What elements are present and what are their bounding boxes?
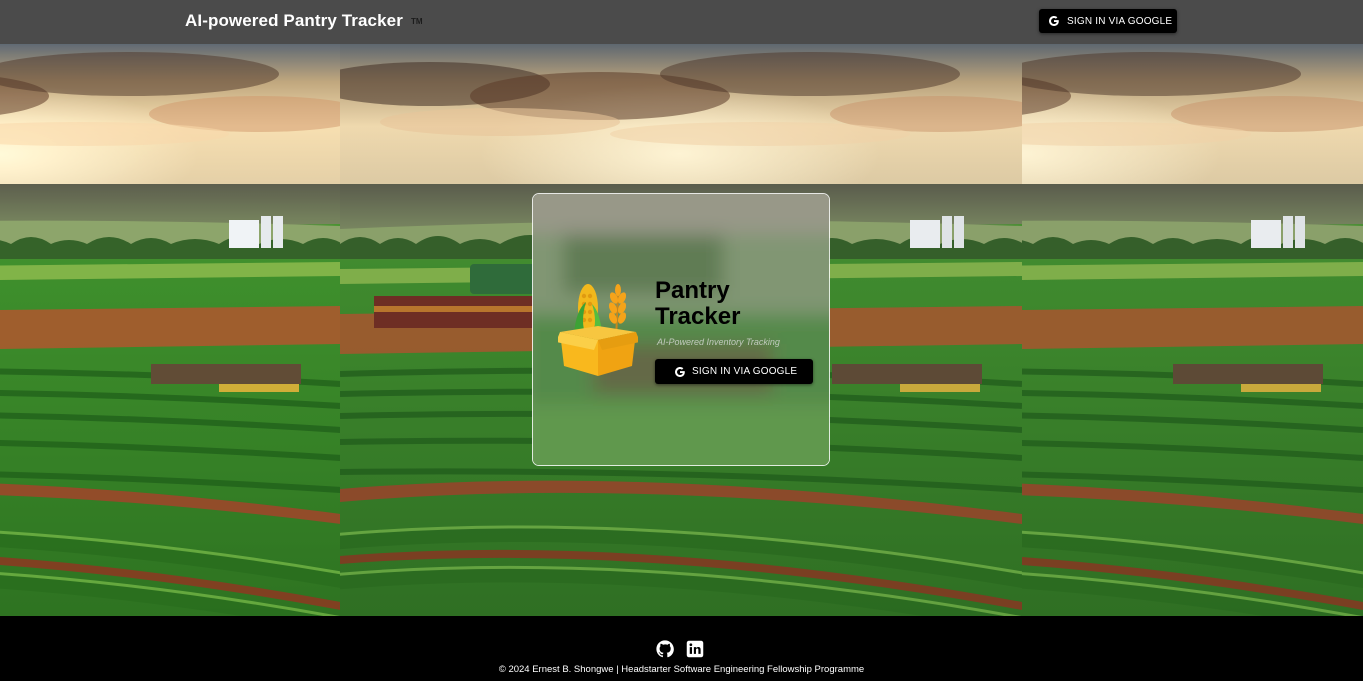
github-icon[interactable] [656,640,674,658]
brand-title[interactable]: AI-powered Pantry Tracker [185,11,403,31]
footer: © 2024 Ernest B. Shongwe | Headstarter S… [0,616,1363,681]
card-subtitle: AI-Powered Inventory Tracking [657,337,780,347]
copyright-text: © 2024 Ernest B. Shongwe | Headstarter S… [498,664,865,675]
card-signin-label: SIGN IN VIA GOOGLE [692,366,798,377]
signin-card: Pantry Tracker AI-Powered Inventory Trac… [532,193,830,466]
header-signin-google-button[interactable]: SIGN IN VIA GOOGLE [1039,9,1177,33]
google-g-icon [675,366,685,377]
background-tile-left [0,44,340,616]
social-links [656,640,704,658]
card-title: Pantry Tracker [655,277,741,330]
google-g-icon [1049,16,1059,26]
card-signin-google-button[interactable]: SIGN IN VIA GOOGLE [655,359,813,384]
header-signin-label: SIGN IN VIA GOOGLE [1067,15,1173,27]
background-tile-right [1022,44,1363,616]
top-navbar: AI-powered Pantry Tracker TM SIGN IN VIA… [0,0,1363,44]
pantry-box-logo [558,284,638,376]
linkedin-icon[interactable] [686,640,704,658]
trademark-mark: TM [411,17,423,26]
